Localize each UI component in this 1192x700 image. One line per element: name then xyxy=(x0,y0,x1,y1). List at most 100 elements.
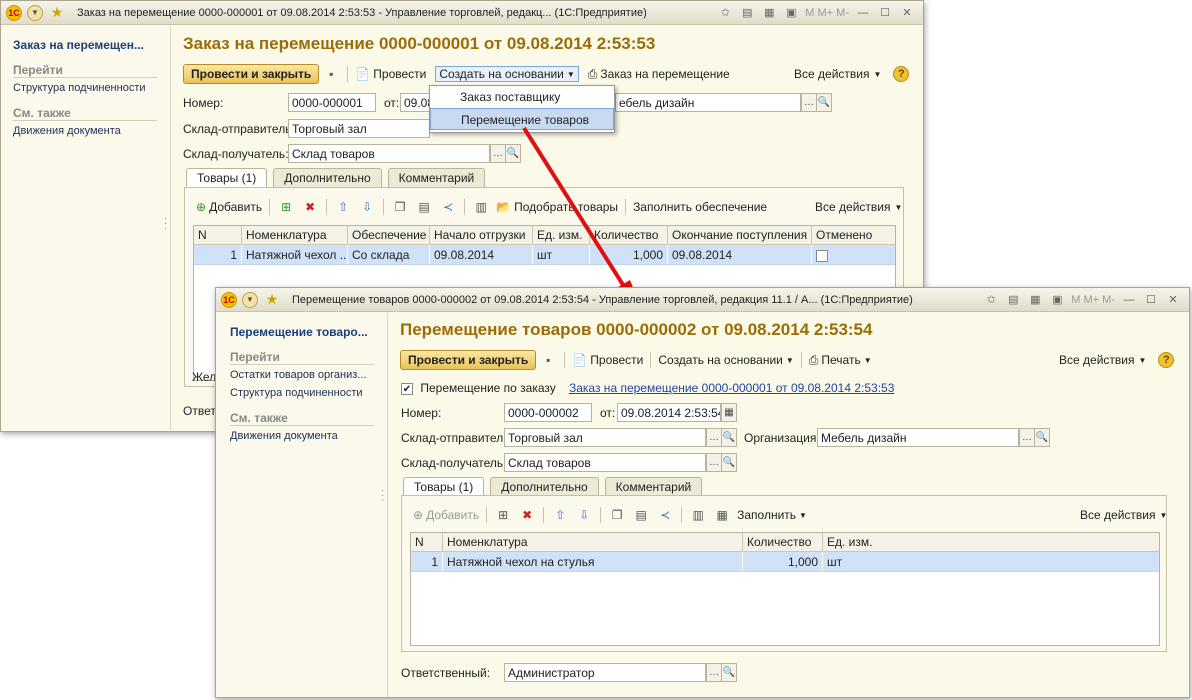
search-icon[interactable]: 🔍 xyxy=(505,144,521,163)
sidebar-current[interactable]: Перемещение товаро... xyxy=(230,325,368,339)
tab-comment[interactable]: Комментарий xyxy=(604,477,703,496)
col-qty[interactable]: Количество xyxy=(590,226,668,244)
delete-icon[interactable]: ✖ xyxy=(518,506,536,524)
fill-button[interactable]: Заполнить ▼ xyxy=(734,508,810,522)
ellipsis-icon[interactable]: … xyxy=(706,453,722,472)
ellipsis-icon[interactable]: … xyxy=(1019,428,1035,447)
org-field[interactable]: Мебель дизайн xyxy=(817,428,1019,447)
add-button[interactable]: ⊕ Добавить xyxy=(410,508,482,522)
1c-logo-icon[interactable]: 1С xyxy=(6,4,22,21)
barcode-icon[interactable]: ▥ xyxy=(689,506,707,524)
tab-goods[interactable]: Товары (1) xyxy=(403,477,485,496)
dropdown-item-supplier-order[interactable]: Заказ поставщику xyxy=(430,86,614,108)
post-button[interactable]: 📄 Провести xyxy=(352,67,429,81)
save-icon[interactable]: ▪ xyxy=(539,351,557,369)
memory-buttons[interactable]: M M+ M- xyxy=(805,7,849,19)
1c-logo-icon[interactable]: 1С xyxy=(221,291,237,308)
organization-field[interactable]: ебель дизайн xyxy=(615,93,801,112)
history-icon[interactable]: ▤ xyxy=(1005,292,1021,308)
number-field[interactable]: 0000-000001 xyxy=(288,93,376,112)
all-actions-menu[interactable]: Все действия ▼ ? xyxy=(794,63,910,85)
star-icon[interactable]: ★ xyxy=(49,4,65,21)
cancelled-checkbox[interactable] xyxy=(816,249,828,262)
post-and-close-button[interactable]: Провести и закрыть xyxy=(183,64,320,84)
minimize-icon[interactable]: — xyxy=(855,5,871,21)
col-cancelled[interactable]: Отменено xyxy=(812,226,894,244)
paste-icon[interactable]: ▤ xyxy=(632,506,650,524)
col-end[interactable]: Окончание поступления xyxy=(668,226,812,244)
sidebar-item-structure[interactable]: Структура подчиненности xyxy=(13,82,146,94)
search-icon[interactable]: 🔍 xyxy=(1034,428,1050,447)
maximize-icon[interactable]: ☐ xyxy=(1143,292,1159,308)
ellipsis-icon[interactable]: … xyxy=(490,144,506,163)
ellipsis-icon[interactable]: … xyxy=(706,428,722,447)
table-row[interactable]: 1 Натяжной чехол на стулья 1,000 шт xyxy=(411,552,1159,572)
grid-all-actions-menu[interactable]: Все действия ▼ xyxy=(1080,504,1167,526)
search-icon[interactable]: 🔍 xyxy=(721,453,737,472)
order-transfer-button[interactable]: ⎙ Заказ на перемещение xyxy=(585,67,733,82)
number-field[interactable]: 0000-000002 xyxy=(504,403,592,422)
col-n[interactable]: N xyxy=(411,533,443,551)
delete-icon[interactable]: ✖ xyxy=(301,198,319,216)
col-start[interactable]: Начало отгрузки xyxy=(430,226,533,244)
responsible-field[interactable]: Администратор xyxy=(504,663,706,682)
dropdown-icon[interactable]: ▼ xyxy=(27,4,43,21)
paste-icon[interactable]: ▤ xyxy=(415,198,433,216)
search-icon[interactable]: 🔍 xyxy=(721,663,737,682)
sidebar-item-movements[interactable]: Движения документа xyxy=(13,125,121,137)
favorite-icon[interactable]: ✩ xyxy=(983,292,999,308)
sidebar-item-balances[interactable]: Остатки товаров организ... xyxy=(230,369,366,381)
search-icon[interactable]: 🔍 xyxy=(816,93,832,112)
dropdown-icon[interactable]: ▼ xyxy=(242,291,258,308)
help-icon[interactable]: ? xyxy=(1158,352,1175,368)
by-order-checkbox[interactable] xyxy=(401,382,413,395)
table-row[interactable]: 1 Натяжной чехол ... Со склада 09.08.201… xyxy=(194,245,895,265)
favorite-icon[interactable]: ✩ xyxy=(717,5,733,21)
create-based-button[interactable]: Создать на основании ▼ xyxy=(435,66,579,82)
receiver-field[interactable]: Склад товаров xyxy=(288,144,490,163)
sidebar-item-structure[interactable]: Структура подчиненности xyxy=(230,387,363,399)
barcode-icon[interactable]: ▥ xyxy=(472,198,490,216)
down-arrow-icon[interactable]: ⇩ xyxy=(358,198,376,216)
dropdown-item-goods-transfer[interactable]: Перемещение товаров xyxy=(430,108,614,130)
sender-field[interactable]: Торговый зал xyxy=(288,119,430,138)
down-arrow-icon[interactable]: ⇩ xyxy=(575,506,593,524)
date-field[interactable]: 09.08.2014 2:53:54 xyxy=(617,403,721,422)
save-icon[interactable]: ▪ xyxy=(322,65,340,83)
calculator-icon[interactable]: ▦ xyxy=(761,5,777,21)
grid-all-actions-menu[interactable]: Все действия ▼ xyxy=(815,196,902,218)
calendar-icon[interactable]: ▦ xyxy=(721,403,737,422)
star-icon[interactable]: ★ xyxy=(264,291,280,308)
tab-additional[interactable]: Дополнительно xyxy=(273,168,382,187)
copy-icon[interactable]: ❐ xyxy=(608,506,626,524)
date-field[interactable]: 09.08 xyxy=(400,93,430,112)
sender-field[interactable]: Торговый зал xyxy=(504,428,706,447)
tab-goods[interactable]: Товары (1) xyxy=(186,168,268,187)
history-icon[interactable]: ▤ xyxy=(739,5,755,21)
close-icon[interactable]: ✕ xyxy=(899,5,915,21)
calendar-icon[interactable]: ▣ xyxy=(783,5,799,21)
sidebar-item-movements[interactable]: Движения документа xyxy=(230,430,338,442)
share-icon[interactable]: ≺ xyxy=(656,506,674,524)
close-icon[interactable]: ✕ xyxy=(1165,292,1181,308)
col-item[interactable]: Номенклатура xyxy=(443,533,743,551)
col-n[interactable]: N xyxy=(194,226,242,244)
fill-icon[interactable]: ▦ xyxy=(713,506,731,524)
copy-icon[interactable]: ❐ xyxy=(391,198,409,216)
calendar-icon[interactable]: ▣ xyxy=(1049,292,1065,308)
col-supply[interactable]: Обеспечение xyxy=(348,226,430,244)
search-icon[interactable]: 🔍 xyxy=(721,428,737,447)
col-unit[interactable]: Ед. изм. xyxy=(823,533,1159,551)
add-copy-icon[interactable]: ⊞ xyxy=(494,506,512,524)
base-order-link[interactable]: Заказ на перемещение 0000-000001 от 09.0… xyxy=(569,381,894,395)
calculator-icon[interactable]: ▦ xyxy=(1027,292,1043,308)
create-based-button[interactable]: Создать на основании ▼ xyxy=(655,353,796,367)
pick-goods-button[interactable]: 📂 Подобрать товары xyxy=(493,200,621,214)
sidebar-current[interactable]: Заказ на перемещен... xyxy=(13,38,144,52)
minimize-icon[interactable]: — xyxy=(1121,292,1137,308)
add-copy-icon[interactable]: ⊞ xyxy=(277,198,295,216)
post-button[interactable]: 📄 Провести xyxy=(569,353,646,367)
maximize-icon[interactable]: ☐ xyxy=(877,5,893,21)
print-button[interactable]: ⎙ Печать ▼ xyxy=(806,353,875,368)
splitter-grip[interactable]: · · · xyxy=(381,486,384,506)
